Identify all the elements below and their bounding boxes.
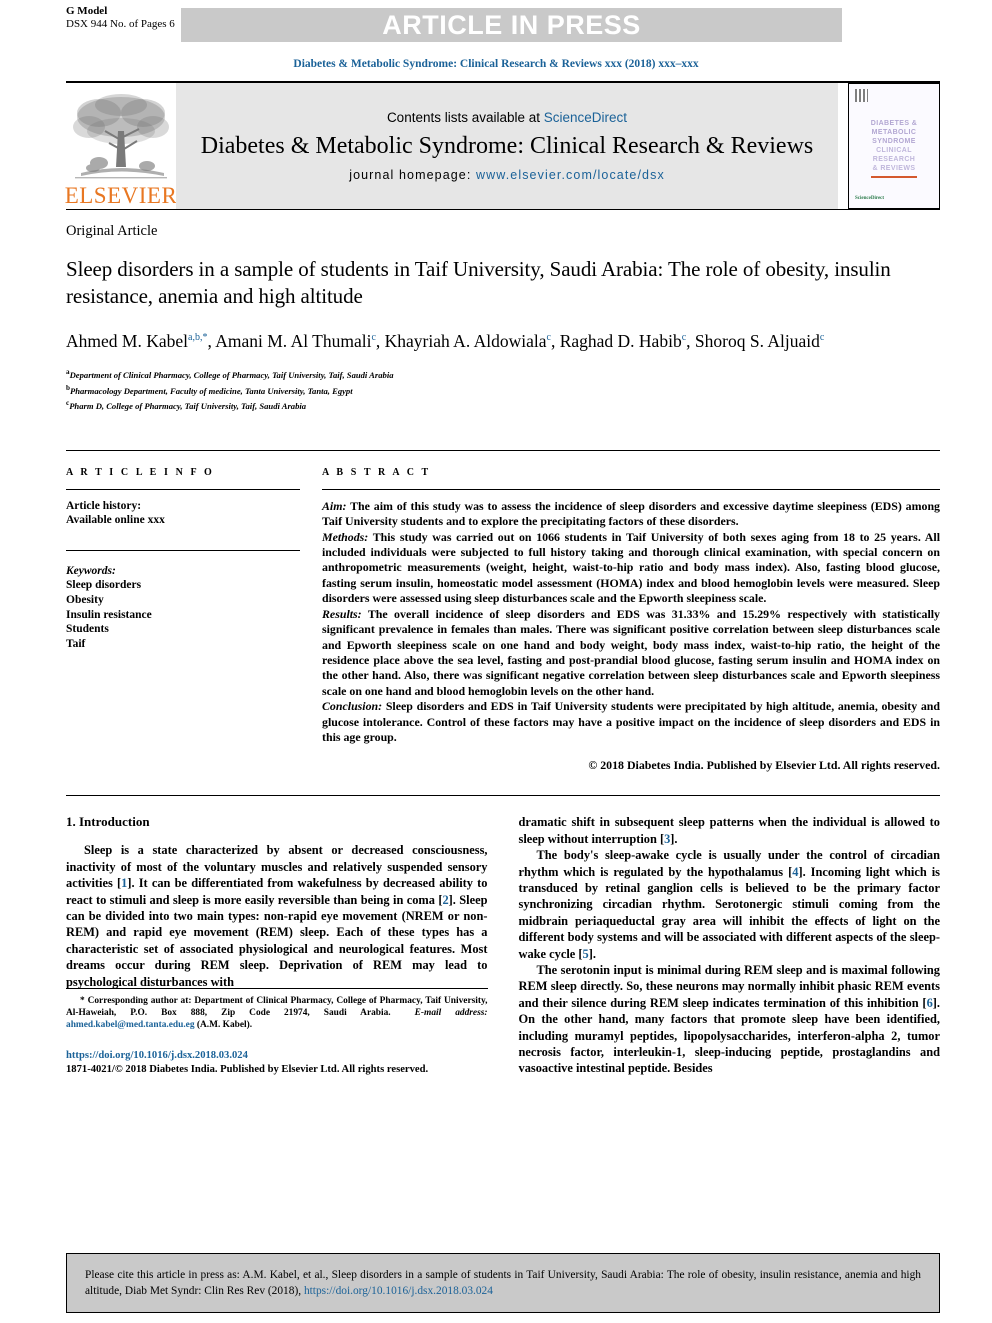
contents-available-line: Contents lists available at ScienceDirec…: [387, 110, 627, 125]
abstract-body: Aim: The aim of this study was to assess…: [322, 490, 940, 746]
masthead-bottom-rule: [66, 209, 940, 210]
keyword-item: Sleep disorders: [66, 579, 142, 592]
elsevier-tree-icon: [73, 94, 169, 179]
affiliation-c: cPharm D, College of Pharmacy, Taif Univ…: [66, 397, 940, 412]
cite-text: Please cite this article in press as: A.…: [85, 1267, 921, 1299]
cover-footer: ScienceDirect: [855, 196, 884, 202]
affiliation-text-b: Pharmacology Department, Faculty of medi…: [69, 385, 353, 396]
cover-sciencedirect-mark: ScienceDirect: [855, 196, 885, 201]
g-model-label: G Model: [66, 5, 108, 17]
abstract-methods-label: Methods:: [322, 529, 369, 544]
sciencedirect-link[interactable]: ScienceDirect: [544, 110, 627, 125]
intro-left-b: ]. It can be differentiated from wakeful…: [66, 876, 488, 907]
journal-title: Diabetes & Metabolic Syndrome: Clinical …: [200, 132, 814, 159]
doi-block: https://doi.org/10.1016/j.dsx.2018.03.02…: [66, 1049, 488, 1077]
page-title: Sleep disorders in a sample of students …: [66, 257, 891, 308]
doi-link[interactable]: https://doi.org/10.1016/j.dsx.2018.03.02…: [66, 1049, 488, 1063]
abstract-conclusion-text: Sleep disorders and EDS in Taif Universi…: [322, 699, 940, 744]
abstract-results-label: Results:: [322, 606, 362, 621]
affiliations-list: aDepartment of Clinical Pharmacy, Colleg…: [66, 366, 940, 411]
cover-line-5: RESEARCH: [872, 156, 916, 163]
keyword-item: Taif: [66, 637, 86, 650]
document-id: DSX 944 No. of Pages 6: [66, 17, 175, 30]
abstract-results-text: The overall incidence of sleep disorders…: [322, 606, 940, 698]
abstract-panel: A B S T R A C T Aim: The aim of this stu…: [322, 467, 940, 774]
abstract-aim: Aim: The aim of this study was to assess…: [322, 499, 940, 530]
journal-citation-line: Diabetes & Metabolic Syndrome: Clinical …: [293, 58, 699, 70]
article-history-value: Available online xxx: [66, 514, 165, 527]
abstract-aim-text: The aim of this study was to assess the …: [322, 498, 940, 529]
intro-paragraph-left: Sleep is a state characterized by absent…: [66, 842, 488, 990]
affiliation-b: bPharmacology Department, Faculty of med…: [66, 382, 940, 397]
homepage-label: journal homepage:: [349, 168, 477, 183]
homepage-url-link[interactable]: www.elsevier.com/locate/dsx: [476, 168, 665, 182]
email-suffix: (A.M. Kabel).: [194, 1020, 253, 1031]
issn-copyright-line: 1871-4021/© 2018 Diabetes India. Publish…: [66, 1063, 429, 1075]
body-columns: 1. Introduction Sleep is a state charact…: [66, 795, 940, 1077]
contents-prefix: Contents lists available at: [386, 109, 544, 125]
author-list: Ahmed M. Kabela,b,*, Amani M. Al Thumali…: [66, 330, 825, 351]
keywords-list: Keywords: Sleep disorders Obesity Insuli…: [66, 551, 300, 652]
g-model-block: G Model DSX 944 No. of Pages 6: [66, 5, 175, 30]
section-heading-introduction: 1. Introduction: [66, 814, 150, 830]
intro-paragraph-right-2: The body's sleep-awake cycle is usually …: [519, 847, 941, 962]
abstract-heading: A B S T R A C T: [322, 466, 431, 478]
keyword-item: Obesity: [66, 594, 104, 607]
intro-right-2c: ].: [588, 946, 596, 961]
cover-line-1: DIABETES &: [870, 120, 918, 127]
intro-right-1b: ].: [670, 831, 678, 846]
article-history-label: Article history:: [66, 499, 142, 512]
article-info-heading: A R T I C L E I N F O: [66, 466, 215, 478]
abstract-copyright: © 2018 Diabetes India. Published by Else…: [588, 758, 940, 773]
cover-title-block: DIABETES & METABOLIC SYNDROME CLINICAL R…: [849, 119, 939, 173]
affiliation-text-a: Department of Clinical Pharmacy, College…: [69, 370, 394, 381]
abstract-conclusion: Conclusion: Sleep disorders and EDS in T…: [322, 699, 940, 745]
journal-cover-thumbnail: DIABETES & METABOLIC SYNDROME CLINICAL R…: [848, 83, 940, 209]
cover-line-6: & REVIEWS: [872, 165, 916, 172]
intro-paragraph-right-3: The serotonin input is minimal during RE…: [519, 962, 941, 1077]
elsevier-logo: ELSEVIER: [64, 83, 178, 209]
abstract-methods: Methods: This study was carried out on 1…: [322, 530, 940, 607]
article-in-press-banner: ARTICLE IN PRESS: [181, 8, 842, 42]
keyword-item: Insulin resistance: [66, 608, 152, 621]
cover-line-4: CLINICAL: [876, 147, 912, 154]
article-type-label: Original Article: [66, 223, 158, 239]
column-left: 1. Introduction Sleep is a state charact…: [66, 814, 488, 1077]
article-history: Article history: Available online xxx: [66, 490, 300, 528]
keywords-label: Keywords:: [66, 564, 116, 577]
top-strip: G Model DSX 944 No. of Pages 6 ARTICLE I…: [0, 0, 992, 42]
column-right: dramatic shift in subsequent sleep patte…: [519, 814, 941, 1077]
abstract-aim-label: Aim:: [322, 498, 347, 513]
intro-paragraph-right-1: dramatic shift in subsequent sleep patte…: [519, 814, 941, 847]
abstract-results: Results: The overall incidence of sleep …: [322, 607, 940, 699]
cite-doi-link[interactable]: https://doi.org/10.1016/j.dsx.2018.03.02…: [304, 1285, 493, 1297]
intro-right-3a: The serotonin input is minimal during RE…: [518, 963, 941, 1010]
qr-code-icon: [855, 89, 868, 102]
footnote-block: * Corresponding author at: Department of…: [66, 987, 488, 1077]
journal-homepage-line: journal homepage: www.elsevier.com/locat…: [349, 168, 665, 182]
abstract-conclusion-label: Conclusion:: [322, 699, 383, 714]
abstract-block: A R T I C L E I N F O Article history: A…: [66, 449, 940, 774]
cover-divider: [871, 176, 917, 178]
cover-line-2: METABOLIC: [871, 129, 917, 136]
email-link[interactable]: ahmed.kabel@med.tanta.edu.eg: [66, 1020, 195, 1030]
article-head: Original Article Sleep disorders in a sa…: [66, 209, 940, 1077]
corresponding-author-note: * Corresponding author at: Department of…: [66, 995, 488, 1032]
affiliation-text-c: Pharm D, College of Pharmacy, Taif Unive…: [69, 400, 307, 411]
article-info-panel: A R T I C L E I N F O Article history: A…: [66, 467, 322, 774]
cite-text-body: Please cite this article in press as: A.…: [85, 1269, 921, 1297]
cite-this-article-box: Please cite this article in press as: A.…: [66, 1253, 940, 1313]
keyword-item: Students: [66, 623, 109, 636]
cover-line-3: SYNDROME: [872, 138, 916, 145]
abstract-methods-text: This study was carried out on 1066 stude…: [322, 529, 940, 606]
journal-masthead: ELSEVIER Contents lists available at Sci…: [64, 81, 940, 209]
affiliation-a: aDepartment of Clinical Pharmacy, Colleg…: [66, 366, 940, 381]
elsevier-wordmark: ELSEVIER: [64, 183, 178, 208]
intro-right-1a: dramatic shift in subsequent sleep patte…: [518, 815, 941, 846]
email-label: E-mail address:: [414, 1008, 488, 1019]
masthead-center: Contents lists available at ScienceDirec…: [176, 83, 838, 209]
